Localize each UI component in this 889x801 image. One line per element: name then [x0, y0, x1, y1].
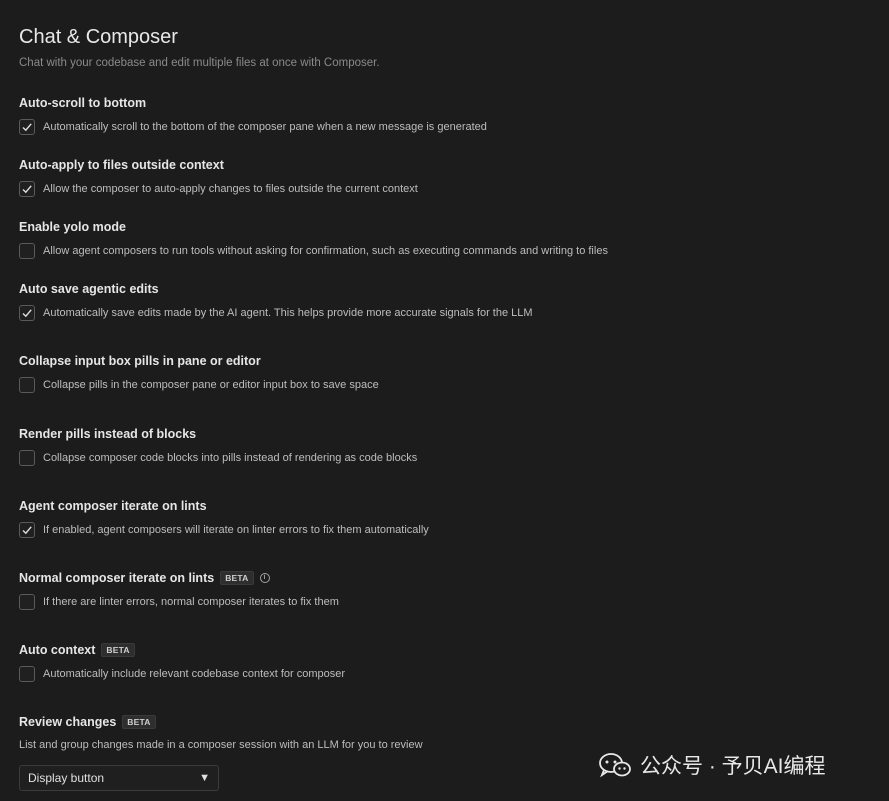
page-title: Chat & Composer: [19, 26, 178, 48]
setting-normal-iterate-lints: Normal composer iterate on lints BETA i …: [19, 570, 339, 610]
setting-title: Enable yolo mode: [19, 220, 126, 234]
review-changes-select[interactable]: Display button ▼: [19, 765, 219, 791]
setting-description: Collapse pills in the composer pane or e…: [43, 379, 379, 391]
setting-description: List and group changes made in a compose…: [19, 739, 423, 751]
beta-badge: BETA: [101, 643, 135, 657]
chevron-down-icon: ▼: [199, 772, 210, 784]
setting-title: Normal composer iterate on lints: [19, 571, 215, 585]
setting-description: Automatically include relevant codebase …: [43, 668, 346, 680]
yolo-mode-checkbox[interactable]: [19, 243, 35, 259]
setting-description: Allow agent composers to run tools witho…: [43, 245, 608, 257]
setting-title: Auto-apply to files outside context: [19, 158, 224, 172]
select-value: Display button: [28, 771, 105, 785]
setting-title: Agent composer iterate on lints: [19, 499, 207, 513]
setting-description: If there are linter errors, normal compo…: [43, 596, 339, 608]
page-subtitle: Chat with your codebase and edit multipl…: [19, 57, 380, 69]
setting-auto-apply: Auto-apply to files outside context Allo…: [19, 157, 418, 197]
checkmark-icon: [22, 309, 32, 318]
checkmark-icon: [22, 123, 32, 132]
setting-yolo-mode: Enable yolo mode Allow agent composers t…: [19, 219, 608, 259]
setting-title: Render pills instead of blocks: [19, 427, 197, 441]
setting-title: Collapse input box pills in pane or edit…: [19, 354, 261, 368]
setting-description: Collapse composer code blocks into pills…: [43, 452, 418, 464]
setting-collapse-pills: Collapse input box pills in pane or edit…: [19, 353, 379, 393]
setting-auto-context: Auto context BETA Automatically include …: [19, 642, 345, 682]
setting-description: Allow the composer to auto-apply changes…: [43, 183, 418, 195]
setting-title: Auto context: [19, 643, 96, 657]
checkmark-icon: [22, 526, 32, 535]
setting-title: Auto save agentic edits: [19, 282, 159, 296]
setting-title: Auto-scroll to bottom: [19, 96, 147, 110]
collapse-pills-checkbox[interactable]: [19, 377, 35, 393]
setting-title: Review changes: [19, 715, 117, 729]
setting-review-changes: Review changes BETA List and group chang…: [19, 714, 423, 751]
info-icon[interactable]: i: [259, 573, 270, 583]
watermark: 公众号 · 予贝AI编程: [598, 750, 826, 780]
render-pills-checkbox[interactable]: [19, 450, 35, 466]
setting-auto-scroll: Auto-scroll to bottom Automatically scro…: [19, 95, 487, 135]
setting-auto-save: Auto save agentic edits Automatically sa…: [19, 281, 533, 321]
checkmark-icon: [22, 185, 32, 194]
auto-context-checkbox[interactable]: [19, 666, 35, 682]
wechat-icon: [599, 753, 631, 778]
normal-iterate-lints-checkbox[interactable]: [19, 594, 35, 610]
agent-iterate-lints-checkbox[interactable]: [19, 522, 35, 538]
auto-save-checkbox[interactable]: [19, 305, 35, 321]
auto-apply-checkbox[interactable]: [19, 181, 35, 197]
setting-render-pills: Render pills instead of blocks Collapse …: [19, 426, 417, 466]
setting-agent-iterate-lints: Agent composer iterate on lints If enabl…: [19, 498, 429, 538]
setting-description: Automatically save edits made by the AI …: [43, 307, 533, 319]
watermark-text: 公众号 · 予贝AI编程: [640, 755, 826, 778]
setting-description: If enabled, agent composers will iterate…: [43, 524, 429, 536]
beta-badge: BETA: [220, 571, 254, 585]
beta-badge: BETA: [122, 715, 156, 729]
auto-scroll-checkbox[interactable]: [19, 119, 35, 135]
setting-description: Automatically scroll to the bottom of th…: [43, 121, 487, 133]
